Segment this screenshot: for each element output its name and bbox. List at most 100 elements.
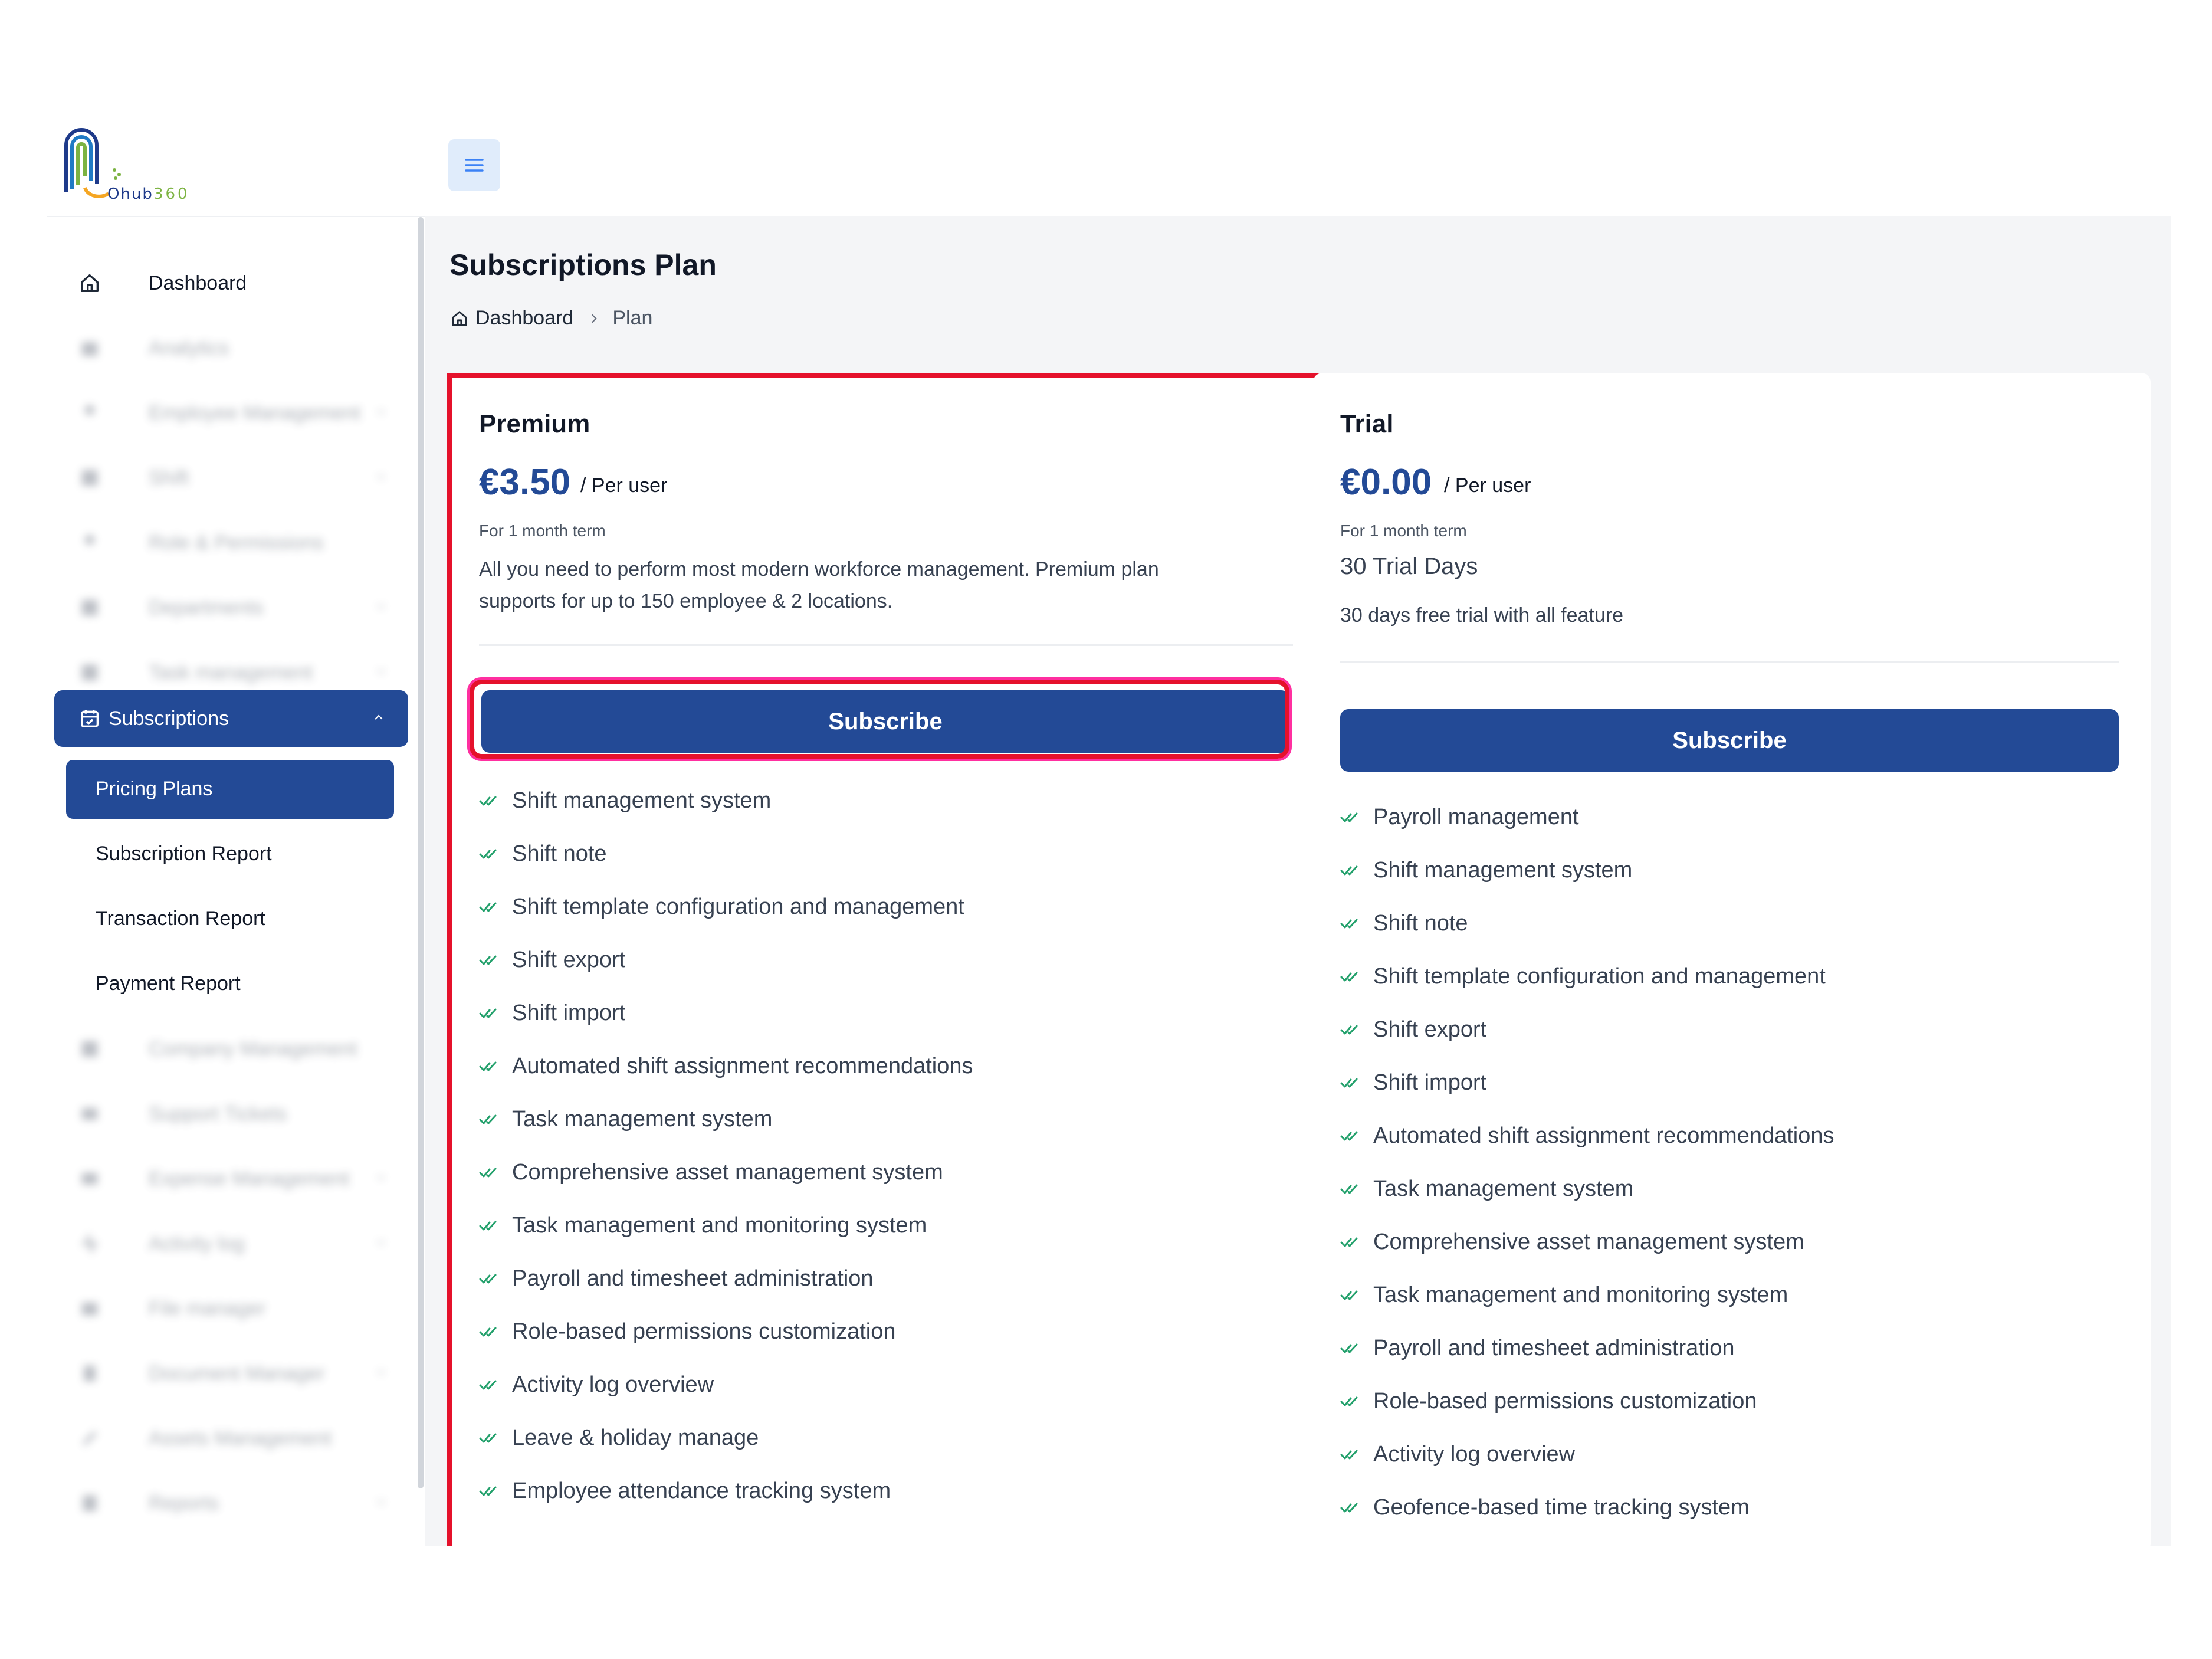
- feature-label: Shift management system: [1373, 857, 1633, 883]
- sidebar-item-file-manager[interactable]: File manager: [54, 1280, 408, 1337]
- sidebar-item-label: Support Tickets: [149, 1102, 287, 1125]
- sidebar-item-label: Document Manager: [149, 1362, 325, 1385]
- feature-label: Shift note: [1373, 910, 1468, 936]
- sidebar-subitem-pricing-plans[interactable]: Pricing Plans: [66, 760, 394, 819]
- building-icon: [81, 599, 98, 616]
- chevron-down-icon: [377, 604, 385, 609]
- double-check-icon: [1340, 1184, 1358, 1194]
- page-title: Subscriptions Plan: [449, 248, 717, 281]
- calendar-check-icon: [81, 710, 99, 727]
- sidebar-subitem-label: Subscription Report: [96, 842, 272, 865]
- double-check-icon: [1340, 812, 1358, 822]
- user-icon: [84, 535, 95, 545]
- chevron-down-icon: [377, 1500, 385, 1505]
- sidebar-item-assets-management[interactable]: Assets Management: [54, 1410, 408, 1467]
- feature-label: Payroll management: [1373, 804, 1579, 830]
- sidebar-item-employee-management[interactable]: Employee Management: [54, 385, 408, 441]
- subscribe-button-trial[interactable]: Subscribe: [1340, 709, 2119, 772]
- breadcrumb: Dashboard Plan: [449, 307, 652, 330]
- folder-icon: [81, 1303, 98, 1316]
- feature-item: Shift export: [1340, 1003, 1834, 1056]
- sidebar-item-label: Departments: [149, 596, 264, 619]
- sidebar-item-label: Assets Management: [149, 1427, 332, 1450]
- sidebar-item-label: Subscriptions: [109, 707, 229, 730]
- document-icon: [84, 1365, 96, 1382]
- sidebar-subitem-transaction-report[interactable]: Transaction Report: [66, 890, 394, 949]
- feature-item: Task management and monitoring system: [1340, 1268, 1834, 1322]
- feature-item: Payroll management: [1340, 791, 1834, 844]
- home-icon: [452, 310, 467, 326]
- double-check-icon: [1340, 1503, 1358, 1513]
- feature-label: Task management system: [1373, 1176, 1634, 1201]
- ticket-icon: [81, 1108, 98, 1120]
- sidebar-item-label: Shift: [149, 466, 189, 489]
- sidebar-subitem-payment-report[interactable]: Payment Report: [66, 955, 394, 1014]
- double-check-icon: [1340, 919, 1358, 929]
- chevron-down-icon: [377, 474, 385, 480]
- sidebar-scrollbar[interactable]: [418, 217, 424, 1488]
- feature-label: Shift export: [1373, 1017, 1487, 1042]
- sidebar-item-analytics[interactable]: Analytics: [54, 320, 408, 376]
- sidebar-item-label: Activity log: [149, 1232, 245, 1255]
- feature-item: Automated shift assignment recommendatio…: [1340, 1109, 1834, 1162]
- sidebar: Ohub360 Dashboard Analytics Employee Man…: [47, 118, 425, 1546]
- feature-item: Payroll and timesheet administration: [1340, 1322, 1834, 1375]
- chevron-down-icon: [377, 1175, 385, 1181]
- sidebar-item-reports[interactable]: Reports: [54, 1475, 408, 1532]
- plan-card-trial: Trial €0.00 / Per user For 1 month term …: [1313, 373, 2151, 1546]
- feature-label: Activity log overview: [1373, 1441, 1576, 1467]
- breadcrumb-home-link[interactable]: Dashboard: [475, 307, 573, 330]
- chevron-up-icon: [375, 714, 383, 720]
- chevron-down-icon: [377, 1370, 385, 1375]
- feature-label: Automated shift assignment recommendatio…: [1373, 1123, 1834, 1148]
- feature-item: Shift note: [1340, 897, 1834, 950]
- subscribe-button-highlight: [467, 677, 1292, 761]
- sidebar-item-label: Company Management: [149, 1037, 357, 1060]
- app-window: Ohub360 Dashboard Analytics Employee Man…: [47, 118, 2171, 1546]
- sidebar-item-label: Task management: [149, 661, 313, 684]
- plan-name: Trial: [1340, 409, 1394, 438]
- chevron-right-icon: [592, 314, 598, 323]
- sidebar-subitem-label: Transaction Report: [96, 907, 265, 930]
- sidebar-item-document-manager[interactable]: Document Manager: [54, 1345, 408, 1402]
- sidebar-item-support-tickets[interactable]: Support Tickets: [54, 1086, 408, 1142]
- breadcrumb-current: Plan: [612, 307, 653, 329]
- topbar: [425, 118, 2171, 216]
- trial-days: 30 Trial Days: [1340, 553, 1478, 579]
- feature-label: Payroll and timesheet administration: [1373, 1335, 1735, 1360]
- sidebar-item-roles[interactable]: Role & Permissions: [54, 514, 408, 571]
- plan-term: For 1 month term: [1340, 522, 1467, 540]
- sidebar-subitem-subscription-report[interactable]: Subscription Report: [66, 825, 394, 884]
- feature-item: Shift template configuration and managem…: [1340, 950, 1834, 1003]
- premium-card-highlight: [447, 373, 1328, 1546]
- feature-item: Role-based permissions customization: [1340, 1375, 1834, 1428]
- brand-logo[interactable]: Ohub360: [58, 123, 199, 206]
- double-check-icon: [1340, 1237, 1358, 1247]
- sidebar-item-expense-management[interactable]: Expense Management: [54, 1150, 408, 1207]
- sidebar-subitem-label: Pricing Plans: [96, 778, 213, 800]
- sidebar-item-company-management[interactable]: Company Management: [54, 1021, 408, 1077]
- feature-item: Geofence-based time tracking system: [1340, 1481, 1834, 1534]
- double-check-icon: [1340, 1450, 1358, 1460]
- sidebar-item-label: Dashboard: [149, 271, 247, 294]
- sidebar-item-dashboard[interactable]: Dashboard: [54, 255, 408, 312]
- sidebar-item-shift[interactable]: Shift: [54, 450, 408, 506]
- sidebar-item-activity-log[interactable]: Activity log: [54, 1215, 408, 1272]
- feature-label: Role-based permissions customization: [1373, 1388, 1757, 1414]
- feature-item: Task management system: [1340, 1162, 1834, 1215]
- double-check-icon: [1340, 1343, 1358, 1353]
- sidebar-item-subscriptions[interactable]: Subscriptions: [54, 690, 408, 747]
- menu-toggle-button[interactable]: [448, 139, 500, 191]
- hamburger-icon: [465, 159, 484, 172]
- feature-list-trial: Payroll management Shift management syste…: [1340, 791, 1834, 1534]
- feature-label: Comprehensive asset management system: [1373, 1229, 1804, 1254]
- sidebar-item-label: Expense Management: [149, 1167, 350, 1190]
- sidebar-item-departments[interactable]: Departments: [54, 579, 408, 636]
- chevron-down-icon: [377, 409, 385, 415]
- sidebar-subitem-label: Payment Report: [96, 972, 241, 995]
- feature-label: Shift import: [1373, 1070, 1487, 1095]
- feature-item: Comprehensive asset management system: [1340, 1215, 1834, 1268]
- sidebar-item-label: Role & Permissions: [149, 531, 324, 554]
- chart-icon: [81, 342, 98, 356]
- home-icon: [81, 274, 99, 292]
